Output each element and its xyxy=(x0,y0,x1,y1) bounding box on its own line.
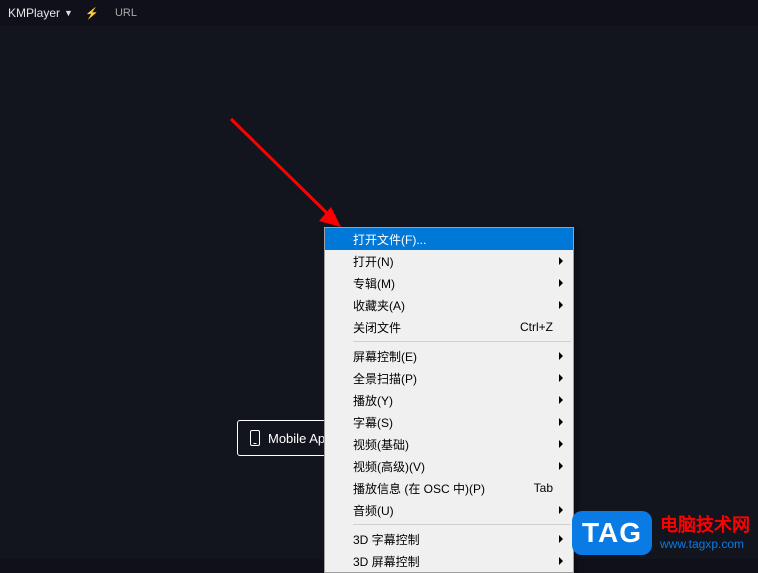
menu-pano-scan[interactable]: 全景扫描(P) xyxy=(325,367,573,389)
submenu-arrow-icon xyxy=(559,557,563,565)
menu-subtitle[interactable]: 字幕(S) xyxy=(325,411,573,433)
menu-label: 音频(U) xyxy=(353,502,553,519)
menu-label: 视频(高级)(V) xyxy=(353,458,553,475)
menu-label: 打开文件(F)... xyxy=(353,231,553,248)
submenu-arrow-icon xyxy=(559,535,563,543)
menu-album[interactable]: 专辑(M) xyxy=(325,272,573,294)
menu-label: 收藏夹(A) xyxy=(353,297,553,314)
submenu-arrow-icon xyxy=(559,301,563,309)
menu-label: 关闭文件 xyxy=(353,319,520,336)
watermark-url: www.tagxp.com xyxy=(660,537,750,552)
menu-label: 视频(基础) xyxy=(353,436,553,453)
submenu-arrow-icon xyxy=(559,257,563,265)
app-name: KMPlayer xyxy=(8,6,60,20)
url-label[interactable]: URL xyxy=(115,7,137,19)
watermark-text: 电脑技术网 www.tagxp.com xyxy=(660,514,750,552)
chevron-down-icon: ▼ xyxy=(64,8,73,18)
phone-icon xyxy=(250,430,260,446)
menu-label: 3D 屏幕控制 xyxy=(353,553,553,570)
menu-3d-screen[interactable]: 3D 屏幕控制 xyxy=(325,550,573,572)
menu-screen-control[interactable]: 屏幕控制(E) xyxy=(325,345,573,367)
menu-video-basic[interactable]: 视频(基础) xyxy=(325,433,573,455)
menu-shortcut: Tab xyxy=(534,481,553,495)
menu-play-info[interactable]: 播放信息 (在 OSC 中)(P) Tab xyxy=(325,477,573,499)
player-content-area: Mobile Ap 打开文件(F)... 打开(N) 专辑(M) 收藏夹(A) … xyxy=(0,26,758,559)
menu-3d-subtitle[interactable]: 3D 字幕控制 xyxy=(325,528,573,550)
mobile-app-button[interactable]: Mobile Ap xyxy=(237,420,338,456)
watermark-tag: TAG xyxy=(572,511,652,555)
menu-close-file[interactable]: 关闭文件 Ctrl+Z xyxy=(325,316,573,338)
app-title-dropdown[interactable]: KMPlayer ▼ xyxy=(8,6,73,20)
menu-label: 打开(N) xyxy=(353,253,553,270)
watermark-cn: 电脑技术网 xyxy=(660,514,750,537)
menu-label: 播放信息 (在 OSC 中)(P) xyxy=(353,480,534,497)
menu-separator xyxy=(353,341,571,342)
menu-label: 字幕(S) xyxy=(353,414,553,431)
submenu-arrow-icon xyxy=(559,418,563,426)
menu-separator xyxy=(353,524,571,525)
menu-label: 播放(Y) xyxy=(353,392,553,409)
menu-audio[interactable]: 音频(U) xyxy=(325,499,573,521)
submenu-arrow-icon xyxy=(559,506,563,514)
menu-label: 屏幕控制(E) xyxy=(353,348,553,365)
submenu-arrow-icon xyxy=(559,440,563,448)
submenu-arrow-icon xyxy=(559,374,563,382)
context-menu: 打开文件(F)... 打开(N) 专辑(M) 收藏夹(A) 关闭文件 Ctrl+… xyxy=(324,227,574,573)
menu-label: 专辑(M) xyxy=(353,275,553,292)
watermark-badge: TAG 电脑技术网 www.tagxp.com xyxy=(564,507,758,559)
mobile-app-label: Mobile Ap xyxy=(268,431,325,446)
menu-video-adv[interactable]: 视频(高级)(V) xyxy=(325,455,573,477)
submenu-arrow-icon xyxy=(559,279,563,287)
menu-label: 全景扫描(P) xyxy=(353,370,553,387)
menu-open-file[interactable]: 打开文件(F)... xyxy=(325,228,573,250)
menu-shortcut: Ctrl+Z xyxy=(520,320,553,334)
menu-label: 3D 字幕控制 xyxy=(353,531,553,548)
red-arrow-annotation xyxy=(223,111,353,241)
menu-play[interactable]: 播放(Y) xyxy=(325,389,573,411)
submenu-arrow-icon xyxy=(559,352,563,360)
title-bar: KMPlayer ▼ ⚡ URL xyxy=(0,0,758,26)
submenu-arrow-icon xyxy=(559,462,563,470)
submenu-arrow-icon xyxy=(559,396,563,404)
lightning-icon[interactable]: ⚡ xyxy=(85,6,99,20)
menu-open[interactable]: 打开(N) xyxy=(325,250,573,272)
menu-favorites[interactable]: 收藏夹(A) xyxy=(325,294,573,316)
